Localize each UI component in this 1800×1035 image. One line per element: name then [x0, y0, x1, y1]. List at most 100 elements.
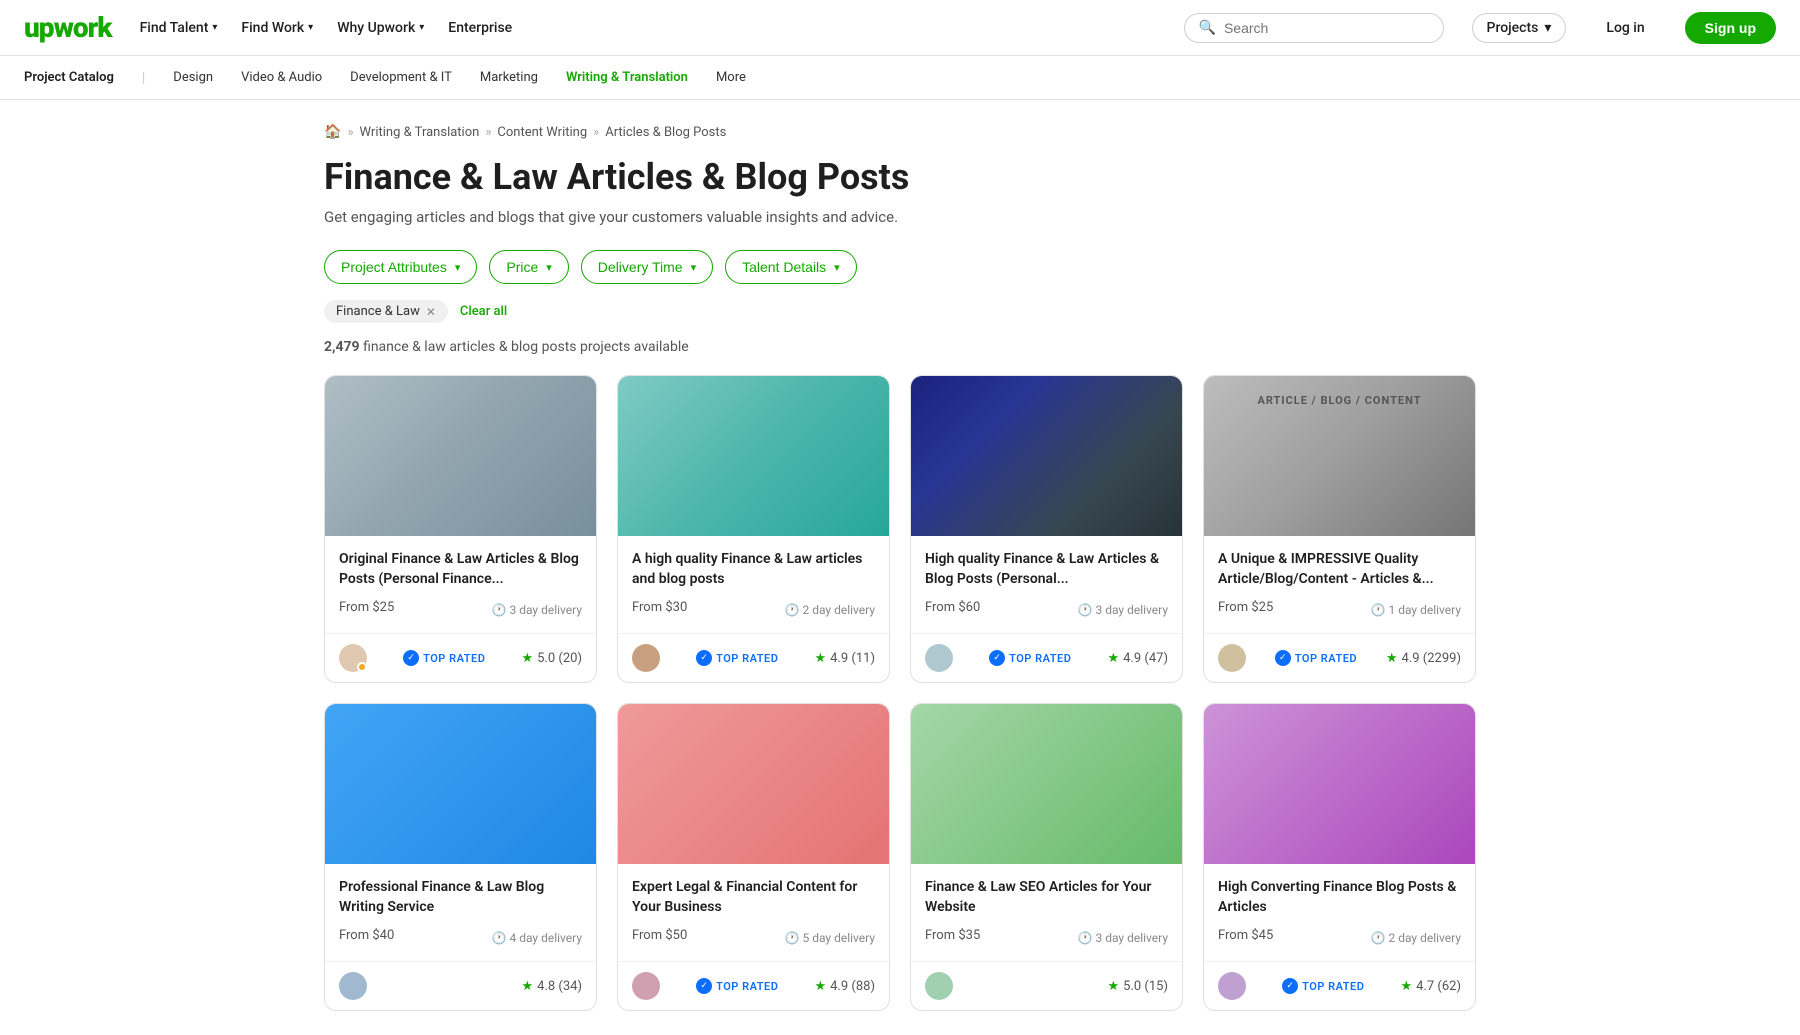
card-delivery: 🕐 4 day delivery — [492, 931, 582, 945]
card-footer: ★ 4.8 (34) — [325, 961, 596, 1010]
chevron-down-icon: ▾ — [308, 22, 313, 33]
card-price: From $25 — [339, 600, 394, 615]
project-card[interactable]: High Converting Finance Blog Posts & Art… — [1203, 703, 1476, 1011]
star-icon: ★ — [1107, 651, 1119, 666]
top-rated-badge: ✓ TOP RATED — [696, 978, 778, 994]
filter-talent-details[interactable]: Talent Details ▾ — [725, 250, 857, 284]
breadcrumb-content-writing[interactable]: Content Writing — [497, 125, 587, 140]
project-catalog-label: Project Catalog — [24, 70, 114, 85]
card-thumbnail — [618, 376, 889, 536]
cat-video-audio[interactable]: Video & Audio — [241, 70, 322, 85]
search-input[interactable] — [1224, 20, 1429, 36]
card-title: Professional Finance & Law Blog Writing … — [339, 878, 582, 920]
logo[interactable]: upwork — [24, 11, 112, 44]
cat-marketing[interactable]: Marketing — [480, 70, 538, 85]
clear-all-button[interactable]: Clear all — [460, 304, 507, 319]
card-title: High Converting Finance Blog Posts & Art… — [1218, 878, 1461, 920]
card-body: Expert Legal & Financial Content for You… — [618, 864, 889, 961]
project-card[interactable]: Professional Finance & Law Blog Writing … — [324, 703, 597, 1011]
top-rated-badge: ✓ TOP RATED — [1282, 978, 1364, 994]
clock-icon: 🕐 — [492, 603, 507, 617]
card-footer: ✓ TOP RATED ★ 4.7 (62) — [1204, 961, 1475, 1010]
card-thumbnail: ARTICLE / BLOG / CONTENT — [1204, 376, 1475, 536]
clock-icon: 🕐 — [1078, 603, 1093, 617]
project-card[interactable]: A high quality Finance & Law articles an… — [617, 375, 890, 683]
chevron-down-icon: ▾ — [212, 22, 217, 33]
card-price: From $45 — [1218, 928, 1273, 943]
nav-find-talent[interactable]: Find Talent ▾ — [140, 20, 218, 36]
rating-value: 4.9 (47) — [1123, 651, 1168, 666]
top-rated-badge: ✓ TOP RATED — [696, 650, 778, 666]
navbar: upwork Find Talent ▾ Find Work ▾ Why Upw… — [0, 0, 1800, 56]
card-body: High quality Finance & Law Articles & Bl… — [911, 536, 1182, 633]
filter-project-attributes[interactable]: Project Attributes ▾ — [324, 250, 477, 284]
rating-value: 4.9 (11) — [830, 651, 875, 666]
card-rating: ★ 4.9 (11) — [814, 651, 875, 666]
project-card[interactable]: Expert Legal & Financial Content for You… — [617, 703, 890, 1011]
top-rated-label: TOP RATED — [716, 980, 778, 993]
page-title: Finance & Law Articles & Blog Posts — [324, 156, 1476, 198]
breadcrumb: 🏠 » Writing & Translation » Content Writ… — [324, 124, 1476, 140]
top-rated-label: TOP RATED — [716, 652, 778, 665]
card-delivery: 🕐 3 day delivery — [492, 603, 582, 617]
project-card[interactable]: ARTICLE / BLOG / CONTENT A Unique & IMPR… — [1203, 375, 1476, 683]
card-rating: ★ 4.9 (88) — [814, 979, 875, 994]
clock-icon: 🕐 — [1371, 931, 1386, 945]
remove-filter-button[interactable]: ✕ — [426, 305, 436, 319]
card-thumbnail — [325, 704, 596, 864]
cat-development-it[interactable]: Development & IT — [350, 70, 452, 85]
project-card[interactable]: Finance & Law SEO Articles for Your Webs… — [910, 703, 1183, 1011]
login-button[interactable]: Log in — [1594, 14, 1656, 42]
card-delivery: 🕐 2 day delivery — [1371, 931, 1461, 945]
top-rated-badge: ✓ TOP RATED — [1275, 650, 1357, 666]
results-description: finance & law articles & blog posts proj… — [363, 339, 689, 355]
star-icon: ★ — [1107, 979, 1119, 994]
rating-value: 4.8 (34) — [537, 979, 582, 994]
signup-button[interactable]: Sign up — [1685, 12, 1776, 44]
card-delivery: 🕐 2 day delivery — [785, 603, 875, 617]
clock-icon: 🕐 — [785, 603, 800, 617]
top-rated-icon: ✓ — [989, 650, 1005, 666]
project-card[interactable]: High quality Finance & Law Articles & Bl… — [910, 375, 1183, 683]
card-body: High Converting Finance Blog Posts & Art… — [1204, 864, 1475, 961]
card-footer: ✓ TOP RATED ★ 4.9 (47) — [911, 633, 1182, 682]
nav-enterprise[interactable]: Enterprise — [448, 20, 512, 36]
card-rating: ★ 4.9 (2299) — [1386, 651, 1461, 666]
search-icon: 🔍 — [1199, 20, 1216, 36]
nav-links: Find Talent ▾ Find Work ▾ Why Upwork ▾ E… — [140, 20, 513, 36]
card-price: From $50 — [632, 928, 687, 943]
rating-value: 4.9 (88) — [830, 979, 875, 994]
top-rated-icon: ✓ — [1275, 650, 1291, 666]
separator: » — [593, 125, 599, 140]
rating-value: 5.0 (15) — [1123, 979, 1168, 994]
card-footer: ✓ TOP RATED ★ 4.9 (88) — [618, 961, 889, 1010]
avatar — [925, 972, 953, 1000]
card-rating: ★ 4.9 (47) — [1107, 651, 1168, 666]
chevron-down-icon: ▾ — [691, 261, 697, 274]
card-thumbnail — [911, 376, 1182, 536]
results-number: 2,479 — [324, 339, 360, 355]
cat-design[interactable]: Design — [173, 70, 213, 85]
top-rated-icon: ✓ — [696, 650, 712, 666]
card-rating: ★ 4.8 (34) — [521, 979, 582, 994]
search-box[interactable]: 🔍 — [1184, 13, 1444, 43]
breadcrumb-writing-translation[interactable]: Writing & Translation — [360, 125, 480, 140]
filter-price[interactable]: Price ▾ — [489, 250, 568, 284]
filter-talent-details-label: Talent Details — [742, 259, 826, 275]
active-filter-tag: Finance & Law ✕ — [324, 300, 448, 323]
avatar — [925, 644, 953, 672]
card-price: From $30 — [632, 600, 687, 615]
project-card[interactable]: Original Finance & Law Articles & Blog P… — [324, 375, 597, 683]
nav-why-upwork[interactable]: Why Upwork ▾ — [337, 20, 424, 36]
cat-writing-translation[interactable]: Writing & Translation — [566, 70, 688, 85]
filter-delivery-time[interactable]: Delivery Time ▾ — [581, 250, 713, 284]
card-price: From $35 — [925, 928, 980, 943]
top-rated-icon: ✓ — [696, 978, 712, 994]
cat-more[interactable]: More — [716, 70, 746, 85]
chevron-down-icon: ▾ — [834, 261, 840, 274]
card-title: A high quality Finance & Law articles an… — [632, 550, 875, 592]
projects-dropdown[interactable]: Projects ▾ — [1472, 13, 1567, 43]
nav-find-work[interactable]: Find Work ▾ — [241, 20, 313, 36]
home-icon[interactable]: 🏠 — [324, 124, 341, 140]
card-title: Original Finance & Law Articles & Blog P… — [339, 550, 582, 592]
